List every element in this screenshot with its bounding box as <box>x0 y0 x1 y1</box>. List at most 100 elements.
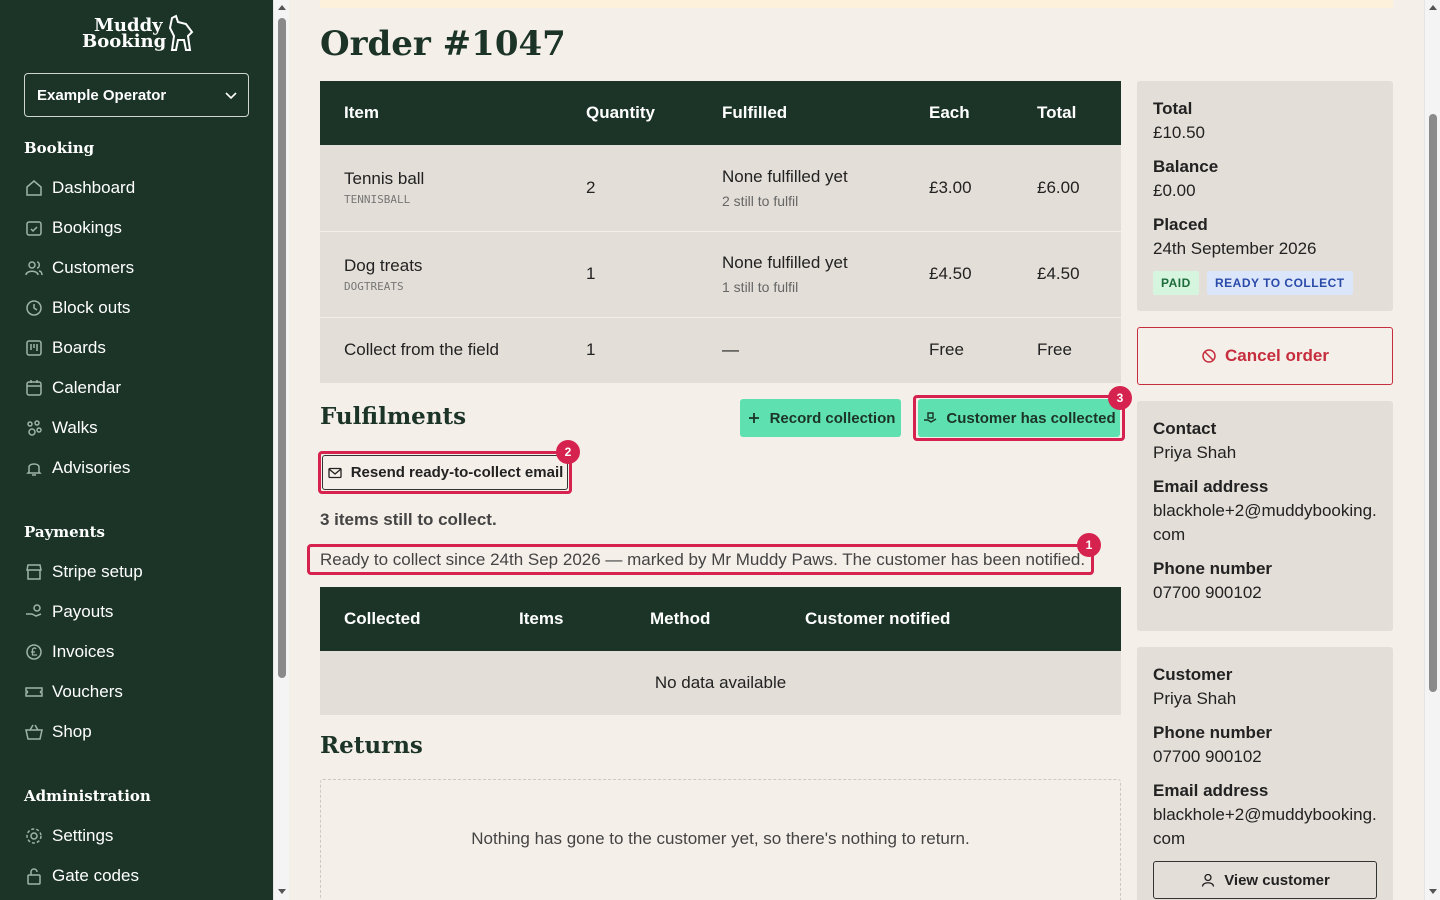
nav-label: Invoices <box>52 642 115 661</box>
users-icon <box>25 261 43 276</box>
nav-label: Walks <box>52 418 98 437</box>
resend-email-label: Resend ready-to-collect email <box>350 464 564 481</box>
customer-email-line2: com <box>1153 829 1186 848</box>
nav-label: Boards <box>52 338 106 357</box>
nav-item-walks[interactable]: Walks <box>24 412 249 444</box>
main-scrollbar[interactable] <box>1424 0 1440 900</box>
item-each: Free <box>905 317 1013 384</box>
nav-item-invoices[interactable]: Invoices <box>24 636 249 668</box>
balance-value: £0.00 <box>1153 181 1196 200</box>
board-icon <box>26 340 42 356</box>
nav-item-bookings[interactable]: Bookings <box>24 212 249 244</box>
home-icon <box>26 180 42 196</box>
items-remaining-text: 3 items still to collect. <box>320 510 497 529</box>
nav-item-block-outs[interactable]: Block outs <box>24 292 249 324</box>
nav-label: Settings <box>52 826 114 845</box>
scroll-up-arrow[interactable] <box>278 5 286 10</box>
store-icon <box>26 564 42 580</box>
nav-label: Customers <box>52 258 135 277</box>
notice-strip <box>320 0 1393 8</box>
plus-icon <box>748 413 759 423</box>
item-name: Dog treats <box>344 255 423 275</box>
nav-heading-administration: Administration <box>24 787 151 805</box>
total-value: £10.50 <box>1153 123 1205 142</box>
nav-item-stripe-setup[interactable]: Stripe setup <box>24 556 249 588</box>
main-scroll-thumb[interactable] <box>1429 114 1437 692</box>
col-header: Item <box>320 81 562 145</box>
scroll-down-arrow[interactable] <box>278 889 286 894</box>
lock-icon <box>27 868 41 885</box>
nav-item-payouts[interactable]: Payouts <box>24 596 249 628</box>
item-fulfil-remaining: 2 still to fulfil <box>722 192 799 209</box>
nav-label: Calendar <box>52 378 121 397</box>
dog-logo-icon <box>168 14 194 51</box>
sidebar-scroll-thumb[interactable] <box>278 18 286 678</box>
nav-item-calendar[interactable]: Calendar <box>24 372 249 404</box>
table-row: Collect from the field 1 — Free Free <box>320 317 1121 384</box>
item-qty: 1 <box>562 317 698 384</box>
item-each: £3.00 <box>905 145 1013 232</box>
clock-icon <box>26 300 42 316</box>
nav-item-advisories[interactable]: Advisories <box>24 452 249 484</box>
gear-icon <box>26 828 42 844</box>
placed-value: 24th September 2026 <box>1153 239 1317 258</box>
col-header: Items <box>495 587 626 651</box>
nav-item-gate-codes[interactable]: Gate codes <box>24 860 249 892</box>
scroll-up-arrow[interactable] <box>1429 5 1437 10</box>
cancel-order-button[interactable]: Cancel order <box>1137 327 1393 385</box>
record-collection-button[interactable]: Record collection <box>740 399 901 437</box>
nav-item-customers[interactable]: Customers <box>24 252 249 284</box>
page-title: Order #1047 <box>320 24 566 64</box>
returns-heading: Returns <box>320 732 423 759</box>
balance-label: Balance <box>1153 157 1219 176</box>
organisation-select[interactable]: Example Operator <box>24 73 249 117</box>
item-fulfilled: None fulfilled yet <box>722 166 848 186</box>
contact-email-line1: blackhole+2@muddybooking. <box>1153 501 1377 520</box>
cancel-order-label: Cancel order <box>1225 346 1329 365</box>
customer-name: Priya Shah <box>1153 689 1237 708</box>
nav-item-dashboard[interactable]: Dashboard <box>24 172 249 204</box>
contact-email-label: Email address <box>1153 477 1269 496</box>
brand-logo[interactable]: Muddy Booking <box>80 14 196 56</box>
pound-circle-icon <box>26 644 42 660</box>
item-sku: DOGTREATS <box>344 279 404 293</box>
nav-item-settings[interactable]: Settings <box>24 820 249 852</box>
customer-email-label: Email address <box>1153 781 1269 800</box>
contact-email: blackhole+2@muddybooking. com <box>1153 499 1377 547</box>
item-total: £4.50 <box>1013 231 1121 318</box>
col-header: Fulfilled <box>698 81 905 145</box>
ready-status-note: Ready to collect since 24th Sep 2026 — m… <box>320 550 1086 569</box>
nav-item-vouchers[interactable]: Vouchers <box>24 676 249 708</box>
item-name: Collect from the field <box>320 317 562 384</box>
customer-has-collected-button[interactable]: Customer has collected <box>918 399 1120 437</box>
ready-to-collect-badge: READY TO COLLECT <box>1207 271 1353 295</box>
scroll-down-arrow[interactable] <box>1429 889 1437 894</box>
item-qty: 2 <box>562 145 698 232</box>
contact-card: Contact Priya Shah Email address blackho… <box>1137 401 1393 631</box>
fulfilments-heading: Fulfilments <box>320 403 467 430</box>
sidebar-scrollbar[interactable] <box>273 0 289 900</box>
item-total: £6.00 <box>1013 145 1121 232</box>
col-header: Quantity <box>562 81 698 145</box>
item-name: Tennis ball <box>344 169 425 189</box>
returns-empty-state: Nothing has gone to the customer yet, so… <box>320 779 1121 900</box>
sidebar: Muddy Booking Example Operator Booking D… <box>0 0 273 900</box>
nav-label: Vouchers <box>52 682 123 701</box>
calendar-icon <box>26 380 42 396</box>
resend-email-button[interactable]: Resend ready-to-collect email <box>322 455 568 490</box>
contact-label: Contact <box>1153 419 1217 438</box>
marker-badge: 2 <box>556 440 580 464</box>
contact-name: Priya Shah <box>1153 443 1237 462</box>
contact-phone: 07700 900102 <box>1153 583 1262 602</box>
item-fulfilled: None fulfilled yet <box>722 253 848 272</box>
chevron-down-icon <box>225 92 237 100</box>
contact-phone-label: Phone number <box>1153 559 1273 578</box>
col-header: Total <box>1013 81 1121 145</box>
nav-item-shop[interactable]: Shop <box>24 716 249 748</box>
view-customer-button[interactable]: View customer <box>1153 861 1377 899</box>
nav-label: Bookings <box>52 218 122 237</box>
customer-card: Customer Priya Shah Phone number 07700 9… <box>1137 647 1393 900</box>
nav-label: Shop <box>52 722 92 741</box>
ticket-icon <box>25 687 43 697</box>
nav-item-boards[interactable]: Boards <box>24 332 249 364</box>
